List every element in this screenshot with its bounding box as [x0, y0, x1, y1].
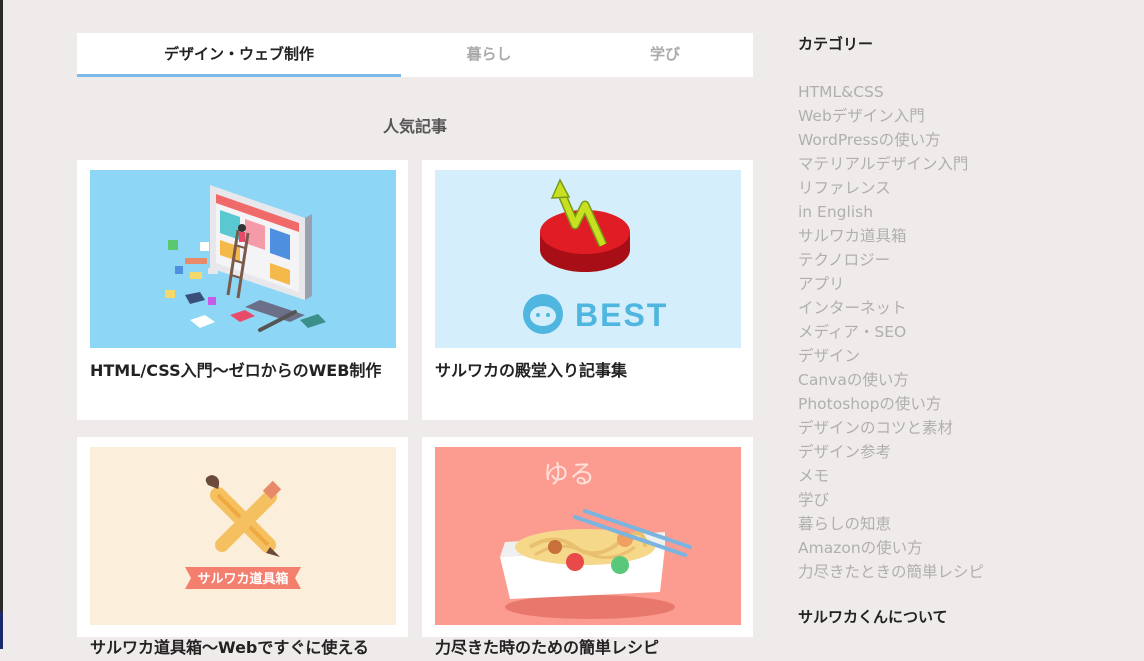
window-left-edge — [0, 0, 3, 649]
computer-illustration-icon — [90, 170, 396, 348]
tab-design-web[interactable]: デザイン・ウェブ制作 — [77, 33, 401, 77]
category-link[interactable]: リファレンス — [798, 176, 1098, 200]
noodle-bowl-illustration-icon: ゆる — [435, 447, 741, 625]
category-link[interactable]: Webデザイン入門 — [798, 104, 1098, 128]
category-link[interactable]: メディア・SEO — [798, 320, 1098, 344]
category-heading: カテゴリー — [798, 35, 874, 53]
category-link[interactable]: アプリ — [798, 272, 1098, 296]
category-link[interactable]: in English — [798, 200, 1098, 224]
window-left-edge-accent — [0, 612, 3, 649]
article-title[interactable]: サルワカの殿堂入り記事集 — [435, 358, 740, 384]
sidebar: カテゴリー HTML&CSS Webデザイン入門 WordPressの使い方 マ… — [798, 33, 1098, 628]
steam-label: ゆる — [543, 460, 595, 490]
category-link[interactable]: インターネット — [798, 296, 1098, 320]
article-card-toolbox[interactable]: サルワカ道具箱 サルワカ道具箱〜Webですぐに使える — [77, 437, 408, 657]
article-title[interactable]: HTML/CSS入門〜ゼロからのWEB制作 — [90, 358, 395, 384]
article-card-best[interactable]: BEST サルワカの殿堂入り記事集 — [422, 160, 753, 420]
category-link[interactable]: 暮らしの知恵 — [798, 512, 1098, 536]
category-link[interactable]: メモ — [798, 464, 1098, 488]
category-link[interactable]: 学び — [798, 488, 1098, 512]
article-card-recipe[interactable]: ゆる 力尽きた時のための簡単レシピ — [422, 437, 753, 657]
category-link[interactable]: HTML&CSS — [798, 80, 1098, 104]
category-link[interactable]: デザインのコツと素材 — [798, 416, 1098, 440]
category-link[interactable]: 力尽きたときの簡単レシピ — [798, 560, 1098, 584]
best-badge-illustration-icon: BEST — [435, 170, 741, 348]
category-link[interactable]: サルワカ道具箱 — [798, 224, 1098, 248]
category-link[interactable]: Canvaの使い方 — [798, 368, 1098, 392]
tab-living[interactable]: 暮らし — [401, 33, 577, 77]
tools-illustration-icon: サルワカ道具箱 — [90, 447, 396, 625]
category-link[interactable]: デザイン — [798, 344, 1098, 368]
popular-articles-heading: 人気記事 — [382, 117, 447, 136]
toolbox-label: サルワカ道具箱 — [197, 571, 288, 587]
tab-learning[interactable]: 学び — [577, 33, 753, 77]
category-link[interactable]: テクノロジー — [798, 248, 1098, 272]
category-list: HTML&CSS Webデザイン入門 WordPressの使い方 マテリアルデザ… — [798, 80, 1098, 584]
category-link[interactable]: デザイン参考 — [798, 440, 1098, 464]
category-link[interactable]: WordPressの使い方 — [798, 128, 1098, 152]
main-content: デザイン・ウェブ制作 暮らし 学び 人気記事 HTML/CSS入門〜ゼロからのW… — [77, 33, 753, 657]
about-heading: サルワカくんについて — [798, 608, 948, 626]
article-card-html-css[interactable]: HTML/CSS入門〜ゼロからのWEB制作 — [77, 160, 408, 420]
category-link[interactable]: マテリアルデザイン入門 — [798, 152, 1098, 176]
category-link[interactable]: Photoshopの使い方 — [798, 392, 1098, 416]
category-link[interactable]: Amazonの使い方 — [798, 536, 1098, 560]
best-label: BEST — [575, 297, 668, 333]
category-tabs: デザイン・ウェブ制作 暮らし 学び — [77, 33, 753, 77]
article-title[interactable]: サルワカ道具箱〜Webですぐに使える — [90, 635, 395, 661]
article-title[interactable]: 力尽きた時のための簡単レシピ — [435, 635, 740, 661]
